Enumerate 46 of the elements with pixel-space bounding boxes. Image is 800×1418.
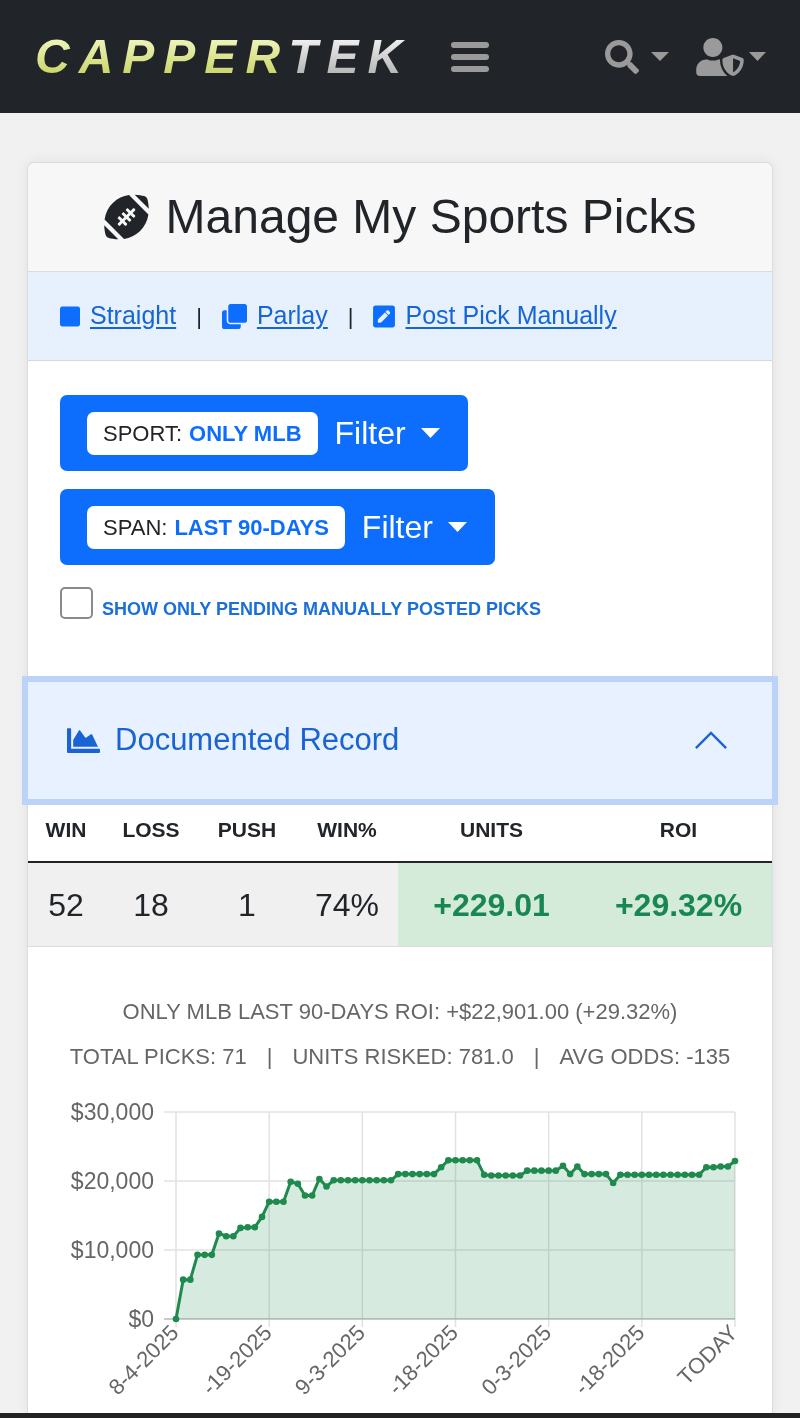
stat-separator: |	[266, 1043, 273, 1071]
nav-link[interactable]: Straight	[60, 297, 177, 335]
table-cell: +29.32%	[585, 863, 772, 947]
filter-button[interactable]: SPAN: LAST 90-DAYS Filter	[60, 489, 495, 565]
caret-icon	[447, 522, 467, 532]
link-separator: |	[196, 302, 202, 331]
nav-link[interactable]: Post Pick Manually	[373, 297, 617, 335]
caret-icon	[420, 428, 440, 438]
table-cell: +229.01	[398, 863, 585, 947]
chart-summary: ONLY MLB LAST 90-DAYS ROI: +$22,901.00 (+29.32%)	[122, 998, 678, 1026]
filter-button[interactable]: SPORT: ONLY MLB Filter	[60, 395, 468, 471]
y-axis-label: $30,000	[70, 1099, 154, 1125]
search-icon	[605, 39, 639, 74]
table-cell: 1	[198, 863, 296, 947]
filter-value: LAST 90-DAYS	[174, 513, 329, 542]
football-icon	[103, 194, 149, 240]
table-cell: 18	[104, 863, 198, 947]
square-icon	[60, 304, 80, 328]
stat-text: UNITS RISKED: 781.0	[292, 1043, 514, 1071]
filter-label: SPAN:	[103, 513, 168, 542]
nav-link[interactable]: Parlay	[221, 297, 328, 335]
checkbox-label: SHOW ONLY PENDING MANUALLY POSTED PICKS	[102, 600, 542, 618]
caret-icon	[651, 52, 669, 61]
data-point	[172, 1315, 180, 1323]
stat-separator: |	[533, 1043, 540, 1071]
menu-icon	[451, 41, 490, 72]
checkbox[interactable]	[60, 587, 93, 619]
chevron-icon	[694, 731, 728, 750]
menu-button[interactable]	[451, 41, 490, 72]
filter-label: SPORT:	[103, 419, 183, 448]
table-cell: 52	[28, 863, 104, 947]
card-title: Manage My Sports Picks	[165, 193, 697, 241]
edit-icon	[373, 303, 396, 329]
data-point	[258, 1213, 266, 1221]
y-axis-label: $10,000	[70, 1237, 154, 1263]
stat-text: AVG ODDS: -135	[559, 1043, 731, 1071]
user-shield-icon	[696, 37, 744, 76]
y-axis-label: $20,000	[70, 1168, 154, 1194]
search-button[interactable]	[605, 39, 669, 74]
caret-icon	[749, 52, 766, 61]
table-cell: 74%	[296, 863, 398, 947]
account-button[interactable]	[696, 37, 766, 76]
copy-icon	[221, 303, 247, 329]
link-separator: |	[347, 302, 354, 331]
stat-text: TOTAL PICKS: 71	[69, 1043, 247, 1071]
filter-value: ONLY MLB	[189, 419, 302, 448]
